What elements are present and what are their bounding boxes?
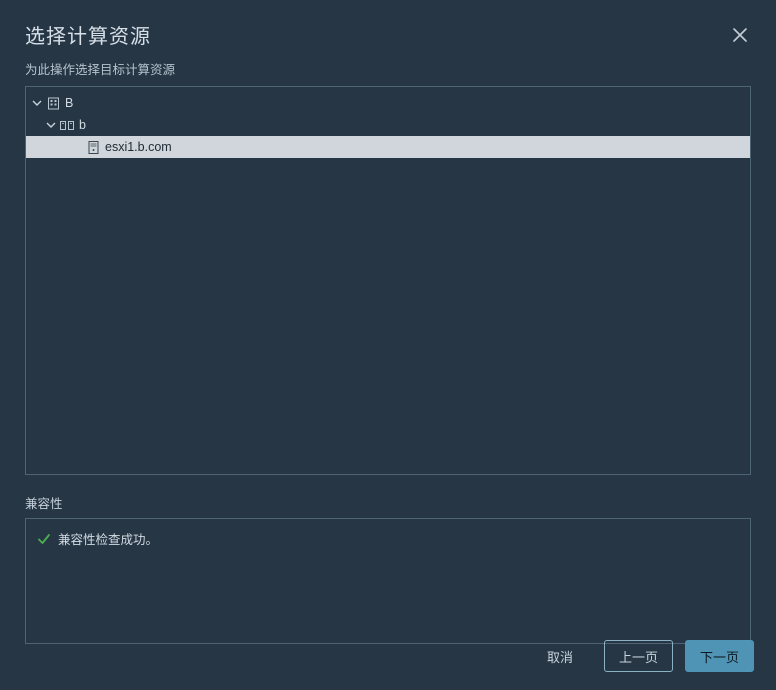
cancel-button[interactable]: 取消 (528, 640, 592, 672)
host-icon (86, 140, 100, 154)
check-icon (36, 531, 52, 547)
tree-node-label: B (63, 96, 73, 110)
chevron-down-icon (32, 98, 42, 108)
dialog-footer: 取消 上一页 下一页 (528, 640, 754, 672)
tree-node-cluster[interactable]: b (26, 114, 750, 136)
cluster-icon (60, 118, 74, 132)
dialog-header: 选择计算资源 (25, 20, 751, 59)
back-button[interactable]: 上一页 (604, 640, 673, 672)
compatibility-label: 兼容性 (25, 493, 751, 512)
compatibility-status-text: 兼容性检查成功。 (58, 529, 158, 548)
tree-node-datacenter[interactable]: B (26, 92, 750, 114)
next-button[interactable]: 下一页 (685, 640, 754, 672)
dialog-title: 选择计算资源 (25, 20, 151, 49)
dialog-select-compute-resource: 选择计算资源 为此操作选择目标计算资源 (0, 0, 776, 690)
tree-node-host[interactable]: esxi1.b.com (26, 136, 750, 158)
datacenter-icon (46, 96, 60, 110)
expand-toggle[interactable] (30, 98, 44, 108)
compatibility-status-row: 兼容性检查成功。 (36, 529, 740, 548)
tree-node-label: esxi1.b.com (103, 140, 172, 154)
resource-tree: B b (25, 86, 751, 475)
expand-toggle[interactable] (44, 120, 58, 130)
chevron-down-icon (46, 120, 56, 130)
close-button[interactable] (729, 24, 751, 46)
tree-node-label: b (77, 118, 86, 132)
compatibility-panel: 兼容性检查成功。 (25, 518, 751, 644)
close-icon (733, 28, 747, 42)
dialog-subtitle: 为此操作选择目标计算资源 (25, 59, 751, 78)
